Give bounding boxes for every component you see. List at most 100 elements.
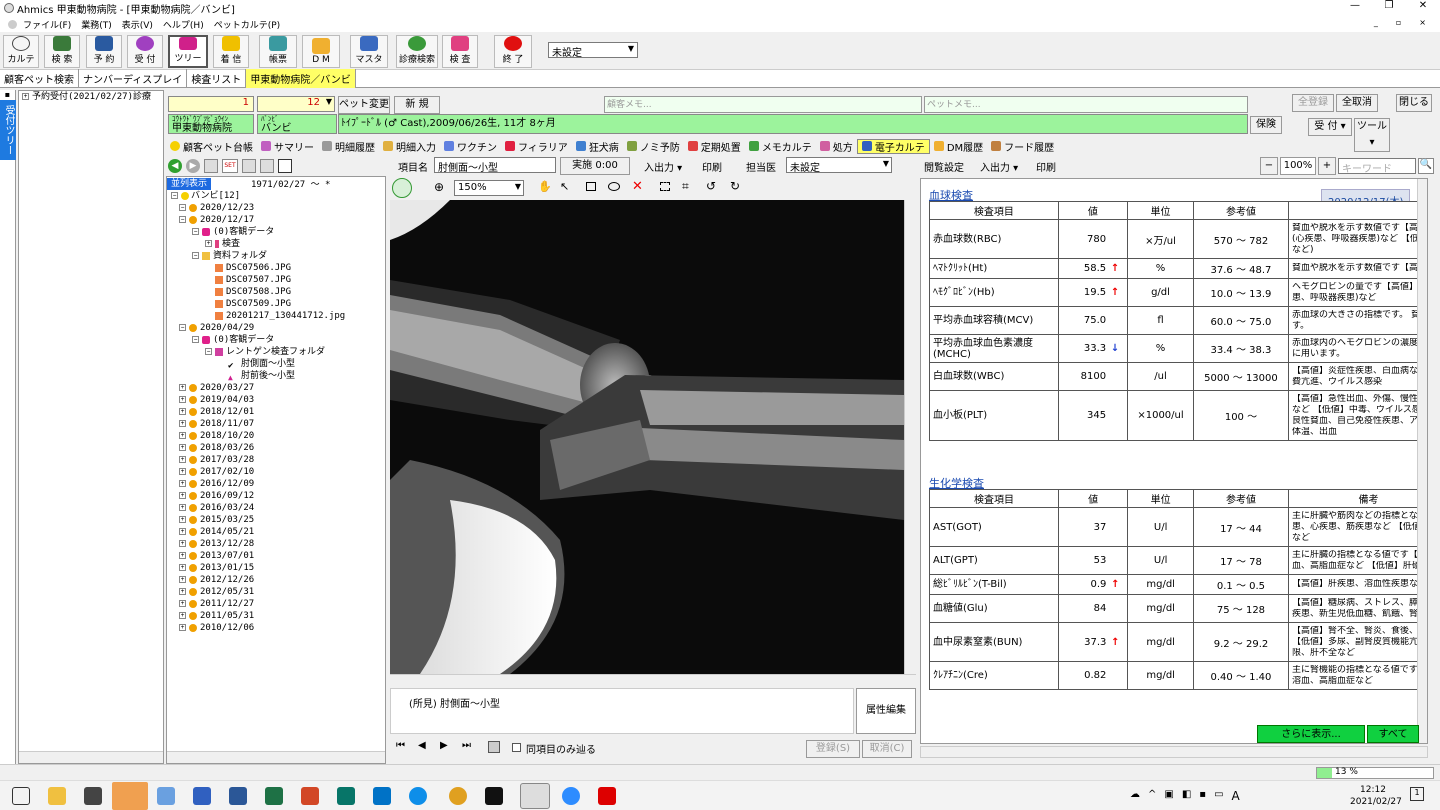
attribute-edit-button[interactable]: 属性編集: [856, 688, 916, 734]
tab-customer-search[interactable]: 顧客ペット検索: [0, 69, 79, 88]
expand-toggle-icon[interactable]: +: [179, 480, 186, 487]
treatment-search-button[interactable]: 診療検索: [396, 35, 438, 68]
cloud-app-icon[interactable]: [157, 787, 175, 805]
tree-node[interactable]: +2017/03/28: [171, 454, 385, 466]
tab-exam-list[interactable]: 検査リスト: [187, 69, 247, 88]
tree-horizontal-scrollbar[interactable]: [167, 751, 385, 763]
mdi-minimize-icon[interactable]: _: [1374, 18, 1378, 27]
tree-node[interactable]: DSC07506.JPG: [171, 262, 385, 274]
delete-icon[interactable]: ✕: [632, 179, 643, 194]
prev-page-icon[interactable]: ◀: [418, 740, 426, 751]
dm-button[interactable]: D M: [302, 35, 340, 68]
menu-pet-chart[interactable]: ペットカルテ(P): [214, 18, 280, 31]
tree-root[interactable]: − バンビ[12]: [171, 190, 385, 202]
tree-node[interactable]: 20201217_130441712.jpg: [171, 310, 385, 322]
sticky-notes-icon[interactable]: [112, 782, 148, 810]
refresh-icon[interactable]: [204, 159, 218, 173]
ellipse-tool-icon[interactable]: [608, 182, 620, 191]
tab-food-history[interactable]: フード履歴: [987, 139, 1058, 154]
expand-toggle-icon[interactable]: +: [179, 384, 186, 391]
expand-toggle-icon[interactable]: −: [179, 216, 186, 223]
tree-node[interactable]: + 検査: [171, 238, 385, 250]
close-icon[interactable]: ✕: [1406, 0, 1440, 11]
horizontal-scrollbar[interactable]: [19, 751, 163, 763]
publisher-icon[interactable]: [337, 787, 355, 805]
scanner-icon[interactable]: [193, 787, 211, 805]
cancel-button[interactable]: 取消(C): [862, 740, 912, 758]
weather-icon[interactable]: ☁: [1130, 789, 1140, 803]
close-button[interactable]: 閉じる: [1396, 94, 1432, 112]
show-all-button[interactable]: すべて: [1367, 725, 1419, 743]
excel-icon[interactable]: [265, 787, 283, 805]
search-icon[interactable]: 🔍: [1418, 158, 1434, 174]
client-memo-field[interactable]: 顧客メモ...: [604, 96, 922, 113]
store-icon[interactable]: [84, 787, 102, 805]
exit-button[interactable]: 終 了: [494, 35, 532, 68]
expand-toggle-icon[interactable]: −: [192, 228, 199, 235]
tab-rabies[interactable]: 狂犬病: [572, 139, 623, 154]
tree-node[interactable]: +2016/09/12: [171, 490, 385, 502]
tree-node[interactable]: +2014/05/21: [171, 526, 385, 538]
zoom-select[interactable]: 150% ▼: [454, 180, 524, 196]
tree-node[interactable]: − 2020/04/29: [171, 322, 385, 334]
powerpoint-icon[interactable]: [301, 787, 319, 805]
tree-node[interactable]: ▲ 肘前後〜小型: [171, 370, 385, 382]
restore-icon[interactable]: ❐: [1372, 0, 1406, 11]
expand-toggle-icon[interactable]: +: [179, 564, 186, 571]
copy-icon[interactable]: [260, 159, 274, 173]
crop-icon[interactable]: ⌗: [682, 179, 689, 194]
new-button[interactable]: 新 規: [394, 96, 440, 114]
findings-area[interactable]: (所見) 肘側面〜小型: [390, 688, 854, 734]
expand-toggle-icon[interactable]: −: [192, 336, 199, 343]
expand-toggle-icon[interactable]: +: [179, 396, 186, 403]
zoom-fit-icon[interactable]: [392, 178, 412, 198]
tree-node[interactable]: +2013/12/28: [171, 538, 385, 550]
clock[interactable]: 12:12 2021/02/27: [1350, 784, 1402, 808]
windows-start-icon[interactable]: [12, 787, 30, 805]
rotate-left-icon[interactable]: ↺: [706, 179, 716, 193]
expand-toggle-icon[interactable]: +: [179, 540, 186, 547]
network-icon[interactable]: ▣: [1164, 789, 1173, 803]
expand-toggle-icon[interactable]: +: [179, 420, 186, 427]
pet-change-button[interactable]: ペット変更: [338, 96, 390, 114]
expand-toggle-icon[interactable]: +: [205, 240, 212, 247]
rotate-right-icon[interactable]: ↻: [730, 179, 740, 193]
teamviewer-icon[interactable]: [409, 787, 427, 805]
pin-icon[interactable]: ▪: [0, 90, 15, 100]
tree-node[interactable]: +2018/10/20: [171, 430, 385, 442]
zoom-app-icon[interactable]: [562, 787, 580, 805]
file-explorer-icon[interactable]: [48, 787, 66, 805]
doctor-select[interactable]: 未設定 ▼: [786, 157, 892, 174]
report-vertical-scrollbar[interactable]: [1417, 179, 1427, 743]
expand-toggle-icon[interactable]: +: [179, 588, 186, 595]
tree-node[interactable]: +2018/11/07: [171, 418, 385, 430]
zoom-in-button[interactable]: +: [1318, 157, 1336, 175]
menu-business[interactable]: 業務(T): [81, 18, 112, 31]
report-horizontal-scrollbar[interactable]: [920, 746, 1428, 758]
side-tab-reception-tree[interactable]: ▪ 受付ツリー: [0, 90, 16, 770]
tree-node[interactable]: − (0)客観データ: [171, 334, 385, 346]
tab-dm-history[interactable]: DM履歴: [930, 139, 987, 154]
security-icon[interactable]: ▪: [1199, 789, 1206, 803]
keyword-input[interactable]: キーワード: [1338, 158, 1416, 175]
tree-node[interactable]: − 2020/12/17: [171, 214, 385, 226]
insurance-button[interactable]: 保険: [1250, 116, 1282, 134]
viewer-vertical-scrollbar[interactable]: [904, 200, 916, 674]
item-name-field[interactable]: 肘側面〜小型: [434, 157, 556, 174]
tree-node[interactable]: +2010/12/06: [171, 622, 385, 634]
mdi-close-icon[interactable]: ×: [1419, 18, 1426, 27]
tree-node[interactable]: DSC07508.JPG: [171, 286, 385, 298]
menu-view[interactable]: 表示(V): [122, 18, 153, 31]
pet-number-select[interactable]: 12 ▼: [257, 96, 335, 112]
tree-node[interactable]: +2016/03/24: [171, 502, 385, 514]
first-page-icon[interactable]: ⏮: [396, 740, 405, 751]
menu-help[interactable]: ヘルプ(H): [163, 18, 204, 31]
menu-file[interactable]: ファイル(F): [23, 18, 71, 31]
parallel-display-button[interactable]: 並列表示: [167, 177, 212, 190]
tree-node[interactable]: − レントゲン検査フォルダ: [171, 346, 385, 358]
zoom-in-icon[interactable]: ⊕: [434, 180, 444, 194]
expand-toggle-icon[interactable]: +: [179, 516, 186, 523]
tab-memo-chart[interactable]: メモカルテ: [745, 139, 816, 154]
viewer-horizontal-scrollbar[interactable]: [390, 674, 916, 686]
chrome-icon[interactable]: [449, 787, 467, 805]
